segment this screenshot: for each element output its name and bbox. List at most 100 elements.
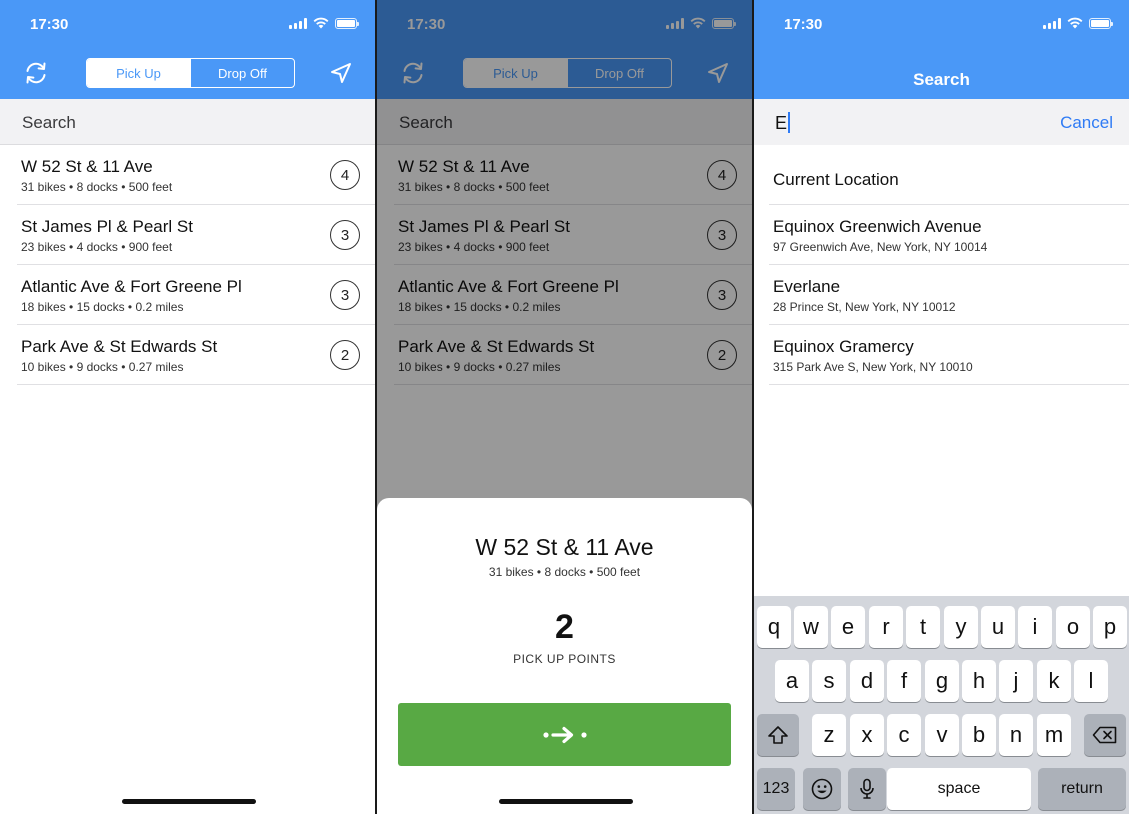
status-icons [1043, 17, 1113, 29]
key-f[interactable]: f [887, 660, 921, 702]
key-r[interactable]: r [869, 606, 903, 648]
keyboard-row-3: z x c v b n m [754, 714, 1129, 756]
status-bar: 17:30 [754, 0, 1129, 48]
station-bottom-sheet: W 52 St & 11 Ave 31 bikes • 8 docks • 50… [377, 498, 752, 814]
mic-icon [860, 778, 874, 799]
key-y[interactable]: y [944, 606, 978, 648]
key-z[interactable]: z [812, 714, 846, 756]
station-row[interactable]: Atlantic Ave & Fort Greene Pl 18 bikes •… [17, 265, 375, 325]
key-t[interactable]: t [906, 606, 940, 648]
shift-key[interactable] [757, 714, 799, 756]
pickup-points-count: 2 [555, 608, 574, 646]
space-key[interactable]: space [887, 768, 1031, 810]
key-l[interactable]: l [1074, 660, 1108, 702]
search-results: Current Location Equinox Greenwich Avenu… [754, 145, 1129, 385]
emoji-key[interactable] [803, 768, 841, 810]
key-p[interactable]: p [1093, 606, 1127, 648]
key-q[interactable]: q [757, 606, 791, 648]
station-detail-screen: 17:30 Pick Up Drop Off Search W 52 St & … [377, 0, 752, 814]
status-time: 17:30 [784, 16, 823, 33]
status-icons [289, 17, 359, 29]
text-caret [788, 112, 791, 133]
result-name: Equinox Greenwich Avenue [773, 217, 982, 236]
key-o[interactable]: o [1056, 606, 1090, 648]
cellular-signal-icon [289, 17, 307, 29]
key-u[interactable]: u [981, 606, 1015, 648]
station-row[interactable]: St James Pl & Pearl St 23 bikes • 4 dock… [17, 205, 375, 265]
search-result-row[interactable]: Equinox Greenwich Avenue 97 Greenwich Av… [769, 205, 1129, 265]
station-list-screen: 17:30 Pick Up Drop Off Search W 52 St & … [0, 0, 375, 814]
status-time: 17:30 [30, 16, 69, 33]
mic-key[interactable] [848, 768, 886, 810]
key-m[interactable]: m [1037, 714, 1071, 756]
key-w[interactable]: w [794, 606, 828, 648]
wifi-icon [1067, 17, 1083, 29]
key-d[interactable]: d [850, 660, 884, 702]
cancel-button[interactable]: Cancel [1060, 113, 1113, 133]
pickup-points-label: PICK UP POINTS [513, 652, 616, 666]
dropoff-tab[interactable]: Drop Off [190, 59, 294, 87]
delete-key[interactable] [1084, 714, 1126, 756]
search-result-row[interactable]: Everlane 28 Prince St, New York, NY 1001… [769, 265, 1129, 325]
status-bar: 17:30 [0, 0, 375, 48]
arrow-right-icon [542, 726, 587, 743]
key-s[interactable]: s [812, 660, 846, 702]
station-name: W 52 St & 11 Ave [21, 157, 153, 176]
station-row[interactable]: Park Ave & St Edwards St 10 bikes • 9 do… [17, 325, 375, 385]
emoji-icon [811, 778, 833, 800]
result-name: Equinox Gramercy [773, 337, 914, 356]
sheet-station-details: 31 bikes • 8 docks • 500 feet [488, 565, 641, 579]
home-indicator[interactable] [499, 799, 633, 804]
station-name: St James Pl & Pearl St [21, 217, 193, 236]
page-title: Search [913, 70, 970, 89]
key-n[interactable]: n [999, 714, 1033, 756]
delete-icon [1092, 726, 1117, 744]
result-address: 28 Prince St, New York, NY 10012 [773, 300, 956, 314]
result-address: 315 Park Ave S, New York, NY 10010 [773, 360, 973, 374]
current-location-row[interactable]: Current Location [769, 145, 1129, 205]
key-c[interactable]: c [887, 714, 921, 756]
station-details: 18 bikes • 15 docks • 0.2 miles [21, 300, 184, 314]
search-input-value[interactable]: E [775, 112, 791, 134]
key-j[interactable]: j [999, 660, 1033, 702]
keyboard-row-2: a s d f g h j k l [754, 660, 1129, 702]
location-arrow-icon[interactable] [326, 58, 356, 88]
return-key[interactable]: return [1038, 768, 1126, 810]
search-result-row[interactable]: Equinox Gramercy 315 Park Ave S, New Yor… [769, 325, 1129, 385]
station-details: 23 bikes • 4 docks • 900 feet [21, 240, 173, 254]
wifi-icon [313, 17, 329, 29]
result-address: 97 Greenwich Ave, New York, NY 10014 [773, 240, 988, 254]
go-button[interactable] [398, 703, 731, 766]
key-e[interactable]: e [831, 606, 865, 648]
key-x[interactable]: x [850, 714, 884, 756]
station-list: W 52 St & 11 Ave 31 bikes • 8 docks • 50… [0, 145, 375, 385]
key-i[interactable]: i [1018, 606, 1052, 648]
search-bar[interactable]: Search [0, 99, 375, 145]
current-location-label: Current Location [773, 170, 899, 189]
search-screen: 17:30 Search E Cancel Current Location E… [754, 0, 1129, 814]
keyboard-row-4: 123 space return [754, 768, 1129, 810]
sheet-station-name: W 52 St & 11 Ave [475, 534, 654, 560]
station-name: Atlantic Ave & Fort Greene Pl [21, 277, 242, 296]
key-a[interactable]: a [775, 660, 809, 702]
key-v[interactable]: v [925, 714, 959, 756]
station-name: Park Ave & St Edwards St [21, 337, 218, 356]
refresh-icon[interactable] [21, 58, 51, 88]
pickup-dropoff-toggle[interactable]: Pick Up Drop Off [86, 58, 295, 88]
key-g[interactable]: g [925, 660, 959, 702]
pickup-tab[interactable]: Pick Up [87, 59, 190, 87]
key-k[interactable]: k [1037, 660, 1071, 702]
keyboard-row-1: q w e r t y u i o p [754, 606, 1129, 648]
station-row[interactable]: W 52 St & 11 Ave 31 bikes • 8 docks • 50… [17, 145, 375, 205]
home-indicator[interactable] [122, 799, 256, 804]
result-name: Everlane [773, 277, 841, 296]
cellular-signal-icon [1043, 17, 1061, 29]
key-h[interactable]: h [962, 660, 996, 702]
onscreen-keyboard: q w e r t y u i o p a s d f g h j k l z [754, 596, 1129, 814]
battery-icon [1089, 17, 1113, 29]
key-b[interactable]: b [962, 714, 996, 756]
search-input[interactable]: E Cancel [754, 99, 1129, 145]
battery-icon [335, 17, 359, 29]
numbers-key[interactable]: 123 [757, 768, 795, 810]
station-count-badge: 2 [330, 340, 360, 370]
